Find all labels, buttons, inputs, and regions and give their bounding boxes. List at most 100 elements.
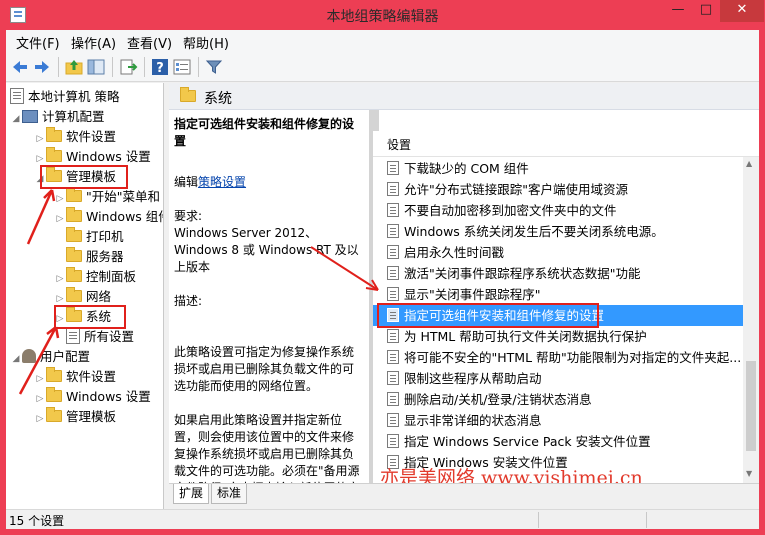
tab-extended[interactable]: 扩展 xyxy=(173,484,210,504)
collapse-arrow-icon[interactable]: ◢ xyxy=(10,349,22,369)
tree-item-root[interactable]: 本地计算机 策略 xyxy=(10,87,119,107)
folder-icon xyxy=(180,87,196,102)
setting-row-label: 启用永久性时间戳 xyxy=(404,245,505,260)
expand-arrow-icon[interactable]: ▷ xyxy=(34,369,46,389)
setting-row[interactable]: 删除启动/关机/登录/注销状态消息 xyxy=(373,389,743,410)
setting-row[interactable]: 允许"分布式链接跟踪"客户端使用域资源 xyxy=(373,179,743,200)
all-settings-icon xyxy=(66,328,80,344)
user-icon xyxy=(22,349,36,363)
expand-arrow-icon[interactable]: ▷ xyxy=(34,409,46,429)
setting-row-label: 指定 Windows Service Pack 安装文件位置 xyxy=(404,434,651,449)
expand-arrow-icon[interactable]: ▷ xyxy=(34,129,46,149)
folder-icon xyxy=(46,387,62,402)
tree-item-user-config[interactable]: ◢ 用户配置 xyxy=(10,347,90,367)
description-panel: 指定可选组件安装和组件修复的设置 编辑策略设置 要求: Windows Serve… xyxy=(169,110,369,483)
setting-row-label: 删除启动/关机/登录/注销状态消息 xyxy=(404,392,592,407)
menu-action[interactable]: 操作(A) xyxy=(71,33,116,52)
menu-view[interactable]: 查看(V) xyxy=(127,33,172,52)
policy-setting-icon xyxy=(387,266,399,280)
minimize-button[interactable]: — xyxy=(664,0,692,22)
properties-icon[interactable] xyxy=(172,57,192,77)
policy-setting-icon xyxy=(387,371,399,385)
policy-setting-icon xyxy=(387,329,399,343)
tree-item-windows-settings[interactable]: ▷ Windows 设置 xyxy=(34,147,151,167)
scroll-down-arrow-icon[interactable]: ▼ xyxy=(746,469,752,478)
folder-icon xyxy=(66,247,82,262)
tab-standard[interactable]: 标准 xyxy=(211,484,248,504)
status-bar: 15 个设置 xyxy=(6,509,759,529)
scroll-up-arrow-icon[interactable]: ▲ xyxy=(746,159,752,168)
folder-icon xyxy=(46,147,62,162)
tree-item-software-settings[interactable]: ▷ 软件设置 xyxy=(34,127,116,147)
svg-text:?: ? xyxy=(156,61,164,76)
filter-icon[interactable] xyxy=(204,57,224,77)
expand-arrow-icon[interactable]: ▷ xyxy=(54,269,66,289)
setting-row[interactable]: 下载缺少的 COM 组件 xyxy=(373,158,743,179)
setting-row-label: 显示"关闭事件跟踪程序" xyxy=(404,287,541,302)
policy-setting-icon xyxy=(387,182,399,196)
folder-icon xyxy=(46,407,62,422)
setting-row[interactable]: Windows 系统关闭发生后不要关闭系统电源。 xyxy=(373,221,743,242)
setting-row[interactable]: 启用永久性时间戳 xyxy=(373,242,743,263)
setting-row[interactable]: 指定 Windows Service Pack 安装文件位置 xyxy=(373,431,743,452)
setting-row[interactable]: 显示非常详细的状态消息 xyxy=(373,410,743,431)
edit-policy-link[interactable]: 策略设置 xyxy=(198,175,246,189)
back-arrow-icon[interactable] xyxy=(10,57,30,77)
tree-item-user-software-settings[interactable]: ▷ 软件设置 xyxy=(34,367,116,387)
export-list-icon[interactable] xyxy=(118,57,138,77)
tree-item-network[interactable]: ▷ 网络 xyxy=(54,287,111,307)
sort-up-icon: ▲ xyxy=(387,136,394,145)
description-label: 描述: xyxy=(174,294,203,308)
setting-row[interactable]: 将可能不安全的"HTML 帮助"功能限制为对指定的文件夹起... xyxy=(373,347,743,368)
settings-list[interactable]: 设置 ▲ 下载缺少的 COM 组件 允许"分布式链接跟踪"客户端使用域资源 不要自动… xyxy=(373,131,759,483)
setting-row-label: 为 HTML 帮助可执行文件关闭数据执行保护 xyxy=(404,329,647,344)
status-text: 15 个设置 xyxy=(9,514,65,528)
setting-row[interactable]: 为 HTML 帮助可执行文件关闭数据执行保护 xyxy=(373,326,743,347)
highlight-admin-templates xyxy=(40,165,128,189)
show-tree-icon[interactable] xyxy=(86,57,106,77)
setting-row[interactable]: 激活"关闭事件跟踪程序系统状态数据"功能 xyxy=(373,263,743,284)
highlight-selected-setting xyxy=(377,303,599,328)
close-button[interactable]: ✕ xyxy=(720,0,764,22)
tree-item-start-menu[interactable]: ▷ "开始"菜单和 xyxy=(54,187,160,207)
policy-setting-icon xyxy=(387,224,399,238)
setting-row[interactable]: 不要自动加密移到加密文件夹中的文件 xyxy=(373,200,743,221)
pane-header: 系统 xyxy=(169,83,759,110)
tree-item-server[interactable]: 服务器 xyxy=(54,247,124,267)
expand-arrow-icon[interactable]: ▷ xyxy=(54,209,66,229)
help-icon[interactable]: ? xyxy=(150,57,170,77)
tree-item-control-panel[interactable]: ▷ 控制面板 xyxy=(54,267,136,287)
client-area: 文件(F) 操作(A) 查看(V) 帮助(H) ? 本地计算机 策略 ◢ 计算机配… xyxy=(6,30,759,529)
setting-row-label: Windows 系统关闭发生后不要关闭系统电源。 xyxy=(404,224,664,239)
setting-row[interactable]: 限制这些程序从帮助启动 xyxy=(373,368,743,389)
column-header-setting[interactable]: 设置 ▲ xyxy=(373,131,759,157)
list-scrollbar[interactable]: ▲ ▼ xyxy=(743,157,759,483)
highlight-system xyxy=(54,305,126,329)
policy-setting-icon xyxy=(387,350,399,364)
tree-item-windows-components[interactable]: ▷ Windows 组件 xyxy=(54,207,163,229)
scrollbar-thumb[interactable] xyxy=(746,361,756,451)
tree-item-user-windows-settings[interactable]: ▷ Windows 设置 xyxy=(34,387,151,407)
tree-item-all-settings[interactable]: 所有设置 xyxy=(54,327,134,347)
expand-arrow-icon[interactable]: ▷ xyxy=(54,189,66,209)
expand-arrow-icon[interactable]: ▷ xyxy=(34,389,46,409)
collapse-arrow-icon[interactable]: ◢ xyxy=(10,109,22,129)
menu-help[interactable]: 帮助(H) xyxy=(183,33,229,52)
setting-row[interactable]: 显示"关闭事件跟踪程序" xyxy=(373,284,743,305)
tree-item-computer-config[interactable]: ◢ 计算机配置 xyxy=(10,107,105,127)
menu-bar: 文件(F) 操作(A) 查看(V) 帮助(H) xyxy=(6,30,759,52)
title-bar[interactable]: 本地组策略编辑器 — □ ✕ xyxy=(0,0,765,30)
maximize-button[interactable]: □ xyxy=(692,0,720,22)
tree-item-printers[interactable]: 打印机 xyxy=(54,227,124,247)
tree-item-user-admin-templates[interactable]: ▷ 管理模板 xyxy=(34,407,116,427)
setting-row-label: 显示非常详细的状态消息 xyxy=(404,413,542,428)
setting-row-label: 激活"关闭事件跟踪程序系统状态数据"功能 xyxy=(404,266,641,281)
folder-icon xyxy=(66,207,82,222)
app-window: 本地组策略编辑器 — □ ✕ 文件(F) 操作(A) 查看(V) 帮助(H) ? xyxy=(0,0,765,535)
folder-icon xyxy=(46,367,62,382)
menu-file[interactable]: 文件(F) xyxy=(16,33,60,52)
policy-setting-icon xyxy=(387,392,399,406)
up-folder-icon[interactable] xyxy=(64,57,84,77)
navigation-tree[interactable]: 本地计算机 策略 ◢ 计算机配置 ▷ 软件设置 ▷ Windows 设置 ◢ 管理模板 … xyxy=(6,83,164,509)
forward-arrow-icon[interactable] xyxy=(32,57,52,77)
